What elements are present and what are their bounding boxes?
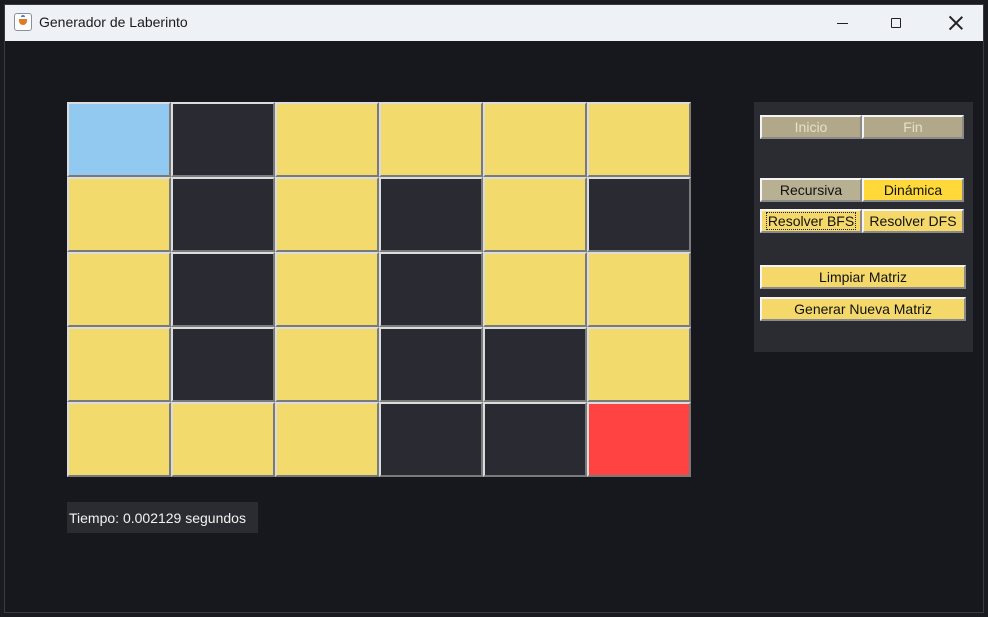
recursiva-button-label: Recursiva <box>779 182 843 198</box>
maze-cell-path[interactable] <box>275 327 379 402</box>
inicio-button[interactable]: Inicio <box>760 115 862 139</box>
generar-nueva-matriz-button-label: Generar Nueva Matriz <box>794 301 932 317</box>
minimize-icon <box>836 22 848 24</box>
maze-cell-path[interactable] <box>67 402 171 477</box>
resolver-bfs-button-label: Resolver BFS <box>765 212 857 230</box>
maze-cell-wall[interactable] <box>171 102 275 177</box>
maze-cell-path[interactable] <box>275 102 379 177</box>
window-title: Generador de Laberinto <box>39 14 188 30</box>
maze-cell-wall[interactable] <box>171 177 275 252</box>
maze-cell-path[interactable] <box>67 327 171 402</box>
dinamica-button[interactable]: Dinámica <box>862 178 964 202</box>
maze-cell-end[interactable] <box>587 402 691 477</box>
maze-cell-path[interactable] <box>587 102 691 177</box>
resolver-dfs-button[interactable]: Resolver DFS <box>862 209 964 233</box>
app-window: Generador de Laberinto Tiempo: 0.002129 … <box>4 4 984 613</box>
generar-nueva-matriz-button[interactable]: Generar Nueva Matriz <box>760 297 966 321</box>
recursiva-button[interactable]: Recursiva <box>760 178 862 202</box>
dinamica-button-label: Dinámica <box>883 182 943 198</box>
maze-cell-wall[interactable] <box>171 252 275 327</box>
maze-grid <box>67 102 691 478</box>
maze-cell-path[interactable] <box>483 102 587 177</box>
limpiar-matriz-button[interactable]: Limpiar Matriz <box>760 265 966 289</box>
maze-cell-start[interactable] <box>67 102 171 177</box>
fin-button-label: Fin <box>903 119 923 135</box>
time-status-label: Tiempo: 0.002129 segundos <box>67 502 258 533</box>
close-button[interactable] <box>933 5 979 41</box>
maze-cell-wall[interactable] <box>379 177 483 252</box>
maze-cell-wall[interactable] <box>379 402 483 477</box>
maze-cell-wall[interactable] <box>171 327 275 402</box>
limpiar-matriz-button-label: Limpiar Matriz <box>819 269 907 285</box>
maze-cell-wall[interactable] <box>379 327 483 402</box>
control-panel: Inicio Fin Recursiva Dinámica Resolver B… <box>754 102 973 352</box>
maze-cell-wall[interactable] <box>587 177 691 252</box>
maze-cell-path[interactable] <box>67 177 171 252</box>
maze-cell-path[interactable] <box>171 402 275 477</box>
maze-cell-wall[interactable] <box>483 327 587 402</box>
maximize-button[interactable] <box>873 5 919 41</box>
maze-cell-path[interactable] <box>483 177 587 252</box>
content-area: Tiempo: 0.002129 segundos Inicio Fin Rec… <box>5 41 983 612</box>
maze-cell-path[interactable] <box>379 102 483 177</box>
minimize-button[interactable] <box>819 5 865 41</box>
maze-cell-path[interactable] <box>275 252 379 327</box>
maze-cell-path[interactable] <box>587 327 691 402</box>
resolver-dfs-button-label: Resolver DFS <box>869 213 957 229</box>
inicio-button-label: Inicio <box>794 119 828 135</box>
maze-cell-path[interactable] <box>275 177 379 252</box>
maze-cell-path[interactable] <box>587 252 691 327</box>
java-app-icon <box>14 13 32 31</box>
maze-cell-path[interactable] <box>483 252 587 327</box>
maze-cell-path[interactable] <box>275 402 379 477</box>
maze-cell-path[interactable] <box>67 252 171 327</box>
maze-cell-wall[interactable] <box>379 252 483 327</box>
maze-cell-wall[interactable] <box>483 402 587 477</box>
title-bar: Generador de Laberinto <box>5 5 983 41</box>
resolver-bfs-button[interactable]: Resolver BFS <box>760 209 862 233</box>
fin-button[interactable]: Fin <box>862 115 964 139</box>
close-icon <box>949 16 963 30</box>
maximize-icon <box>891 18 901 28</box>
